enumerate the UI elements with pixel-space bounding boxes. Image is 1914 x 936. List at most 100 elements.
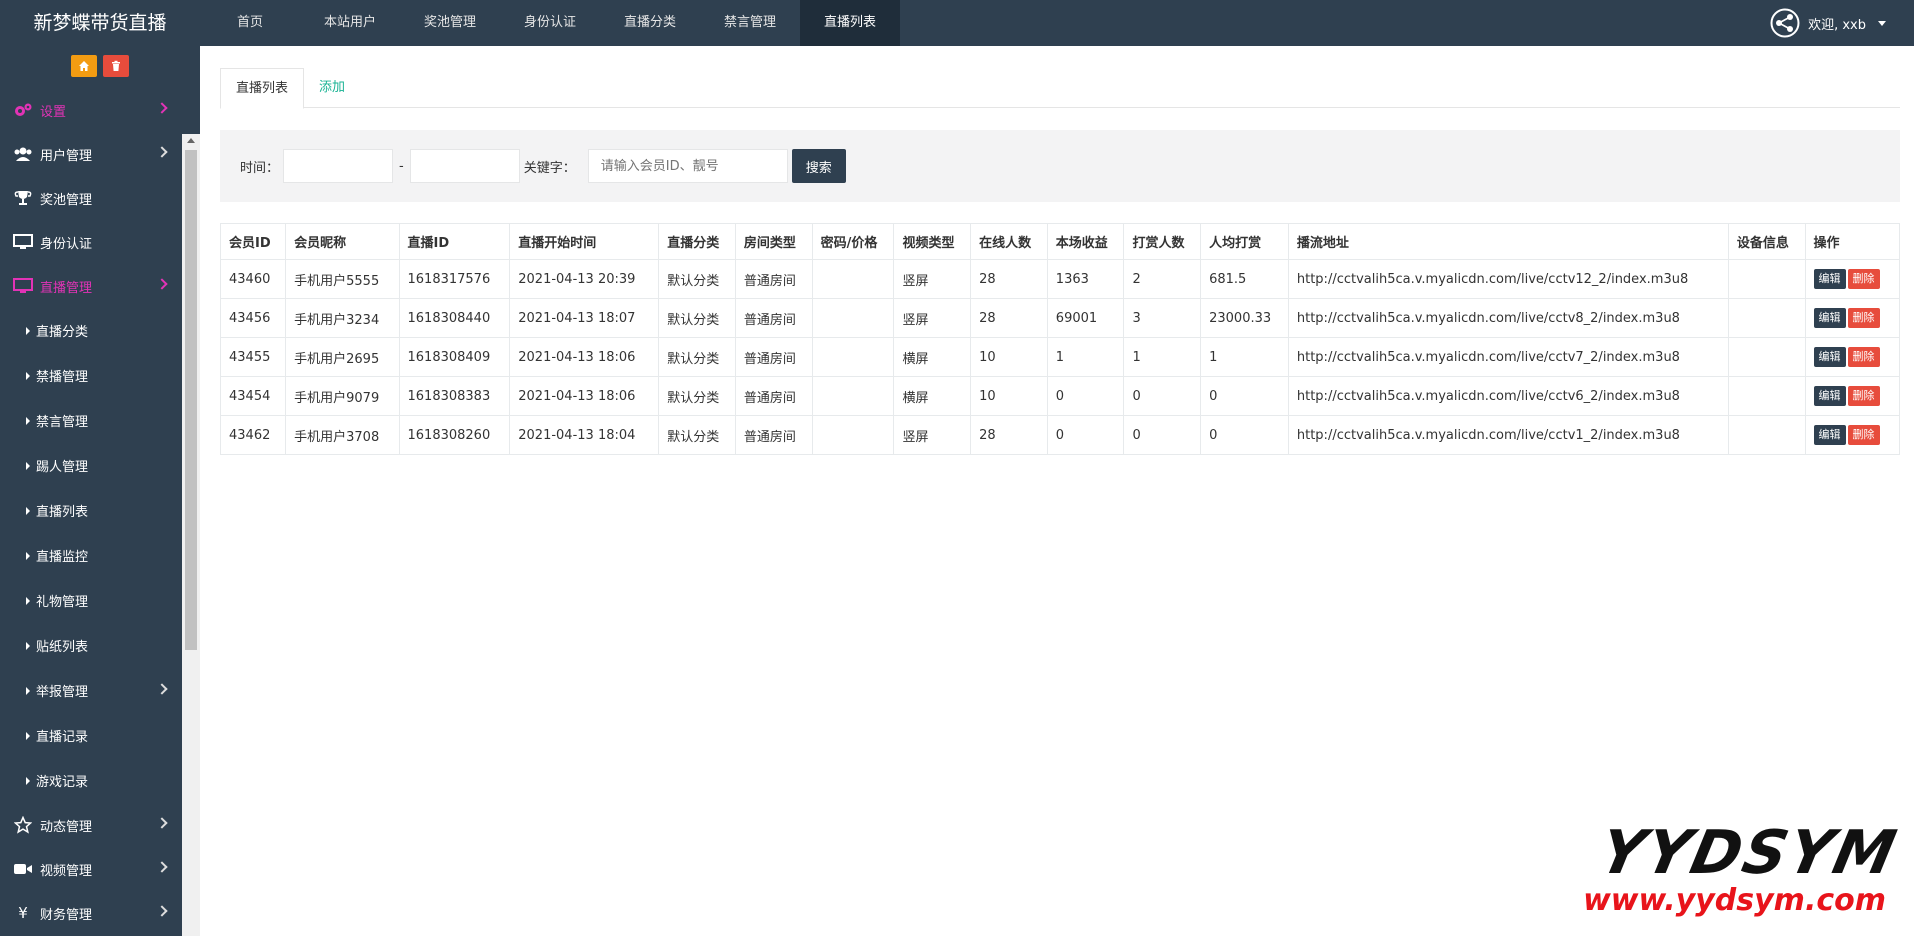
- sidebar-item-label: 动态管理: [40, 819, 93, 835]
- cell: 0: [1200, 415, 1289, 455]
- cell: 0: [1046, 376, 1125, 416]
- delete-button[interactable]: 删除: [1847, 425, 1880, 445]
- end-time-input[interactable]: [409, 149, 520, 183]
- sidebar-scrollbar[interactable]: [182, 134, 200, 936]
- cell: 28: [970, 259, 1048, 299]
- top-nav-live-category[interactable]: 直播分类: [600, 0, 700, 46]
- caret-right-icon: [26, 686, 30, 695]
- sidebar-subitem-live-category[interactable]: 直播分类: [0, 308, 182, 353]
- caret-right-icon: [26, 461, 30, 470]
- col-avg-tip: 人均打赏: [1200, 223, 1289, 260]
- watermark-logo: YYDSYM: [1593, 818, 1904, 888]
- edit-button[interactable]: 编辑: [1813, 425, 1846, 445]
- edit-button[interactable]: 编辑: [1813, 308, 1846, 328]
- sidebar-item-moments[interactable]: 动态管理: [0, 803, 182, 847]
- sidebar-item-settings[interactable]: 设置: [0, 88, 182, 132]
- top-nav-identity[interactable]: 身份认证: [500, 0, 600, 46]
- sidebar-subitem-live-monitor[interactable]: 直播监控: [0, 533, 182, 578]
- sidebar-item-label: 直播管理: [40, 280, 93, 296]
- sidebar-item-label: 身份认证: [40, 236, 93, 252]
- top-nav-home[interactable]: 首页: [200, 0, 300, 46]
- home-button[interactable]: [71, 55, 97, 77]
- cell: 43454: [219, 376, 287, 416]
- tab-add[interactable]: 添加: [304, 68, 360, 109]
- delete-button[interactable]: 删除: [1847, 269, 1880, 289]
- sidebar-subitem-label: 贴纸列表: [36, 640, 89, 655]
- tab-live-list[interactable]: 直播列表: [220, 68, 305, 109]
- delete-button[interactable]: 删除: [1847, 347, 1880, 367]
- cell: 0: [1123, 415, 1202, 455]
- cell: [1727, 259, 1806, 299]
- user-menu[interactable]: 欢迎, xxb: [1770, 0, 1886, 46]
- sidebar-subitem-live-list[interactable]: 直播列表: [0, 488, 182, 533]
- actions-cell: 编辑 删除: [1804, 415, 1901, 455]
- share-icon: [1770, 8, 1800, 38]
- cell: 手机用户9079: [285, 376, 400, 416]
- sidebar-subitem-label: 直播监控: [36, 550, 89, 565]
- cell: 横屏: [893, 376, 972, 416]
- sidebar-subitem-game-records[interactable]: 游戏记录: [0, 758, 182, 803]
- cell: 1: [1200, 337, 1289, 377]
- sidebar-item-finance[interactable]: ¥ 财务管理: [0, 891, 182, 935]
- caret-right-icon: [26, 416, 30, 425]
- cell: 默认分类: [658, 298, 736, 338]
- edit-button[interactable]: 编辑: [1813, 386, 1846, 406]
- sidebar-subitem-label: 直播记录: [36, 730, 89, 745]
- top-nav-jackpot[interactable]: 奖池管理: [400, 0, 500, 46]
- sidebar-subitem-reports[interactable]: 举报管理: [0, 668, 182, 713]
- keyword-input[interactable]: [587, 149, 788, 183]
- cell: 2021-04-13 20:39: [509, 259, 660, 299]
- search-button[interactable]: 搜索: [791, 149, 846, 183]
- start-time-input[interactable]: [283, 149, 394, 183]
- chevron-right-icon: [156, 278, 168, 290]
- sidebar-subitem-live-records[interactable]: 直播记录: [0, 713, 182, 758]
- caret-right-icon: [26, 506, 30, 515]
- sidebar-item-label: 奖池管理: [40, 192, 93, 208]
- sidebar-subitem-label: 禁言管理: [36, 415, 89, 430]
- watermark-url: www.yydsym.com: [1583, 883, 1886, 918]
- sidebar-item-identity[interactable]: 身份认证: [0, 220, 182, 264]
- sidebar-subitem-gifts[interactable]: 礼物管理: [0, 578, 182, 623]
- sidebar-item-users[interactable]: 用户管理: [0, 132, 182, 176]
- edit-button[interactable]: 编辑: [1813, 347, 1846, 367]
- cell: 1618308383: [398, 376, 511, 416]
- cell: 69001: [1046, 298, 1125, 338]
- sidebar-subitem-kick[interactable]: 踢人管理: [0, 443, 182, 488]
- scroll-up-icon[interactable]: [187, 138, 195, 143]
- sidebar-subitem-label: 举报管理: [36, 685, 89, 700]
- sidebar-menu: 设置 用户管理 奖池管理 身份认证 直播管理 直播分类 禁播管理 禁言管理 踢人…: [0, 88, 182, 935]
- clear-cache-button[interactable]: [103, 55, 129, 77]
- top-nav-mute[interactable]: 禁言管理: [700, 0, 800, 46]
- delete-button[interactable]: 删除: [1847, 386, 1880, 406]
- caret-right-icon: [26, 371, 30, 380]
- scrollbar-thumb[interactable]: [185, 150, 197, 650]
- cell: 竖屏: [893, 415, 972, 455]
- cell: [811, 376, 895, 416]
- cell: 1: [1046, 337, 1125, 377]
- cell: 手机用户3234: [285, 298, 400, 338]
- col-tippers: 打赏人数: [1123, 223, 1202, 260]
- sidebar-item-videos[interactable]: 视频管理: [0, 847, 182, 891]
- sidebar-subitem-ban-live[interactable]: 禁播管理: [0, 353, 182, 398]
- top-nav-live-list[interactable]: 直播列表: [800, 0, 900, 46]
- cell: 1363: [1046, 259, 1125, 299]
- sidebar-subitem-mute[interactable]: 禁言管理: [0, 398, 182, 443]
- cell: 0: [1046, 415, 1125, 455]
- table-row: 43462 手机用户3708 1618308260 2021-04-13 18:…: [219, 415, 1901, 455]
- cell: 43460: [219, 259, 287, 299]
- delete-button[interactable]: 删除: [1847, 308, 1880, 328]
- sidebar-item-label: 财务管理: [40, 907, 93, 923]
- sidebar-item-jackpot[interactable]: 奖池管理: [0, 176, 182, 220]
- search-form: 时间： - 关键字： 搜索: [220, 130, 1900, 202]
- edit-button[interactable]: 编辑: [1813, 269, 1846, 289]
- col-income: 本场收益: [1046, 223, 1125, 260]
- cell: [1727, 337, 1806, 377]
- cell: 普通房间: [734, 259, 813, 299]
- caret-right-icon: [26, 641, 30, 650]
- caret-right-icon: [26, 776, 30, 785]
- cell: 43456: [219, 298, 287, 338]
- sidebar-item-live-manage[interactable]: 直播管理: [0, 264, 182, 308]
- top-nav-site-users[interactable]: 本站用户: [300, 0, 400, 46]
- col-stream-url: 播流地址: [1287, 223, 1729, 260]
- sidebar-subitem-stickers[interactable]: 贴纸列表: [0, 623, 182, 668]
